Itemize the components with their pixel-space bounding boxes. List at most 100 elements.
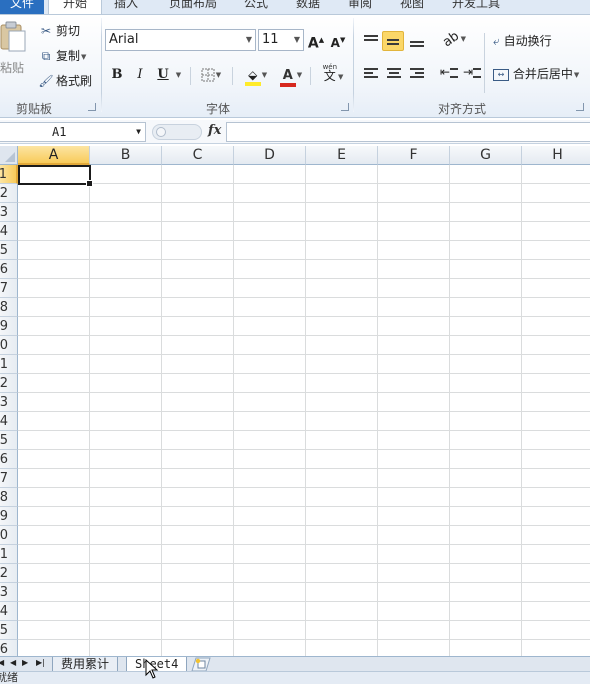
active-cell-a1[interactable] — [18, 165, 93, 187]
outdent-icon: ⇤ — [440, 65, 451, 79]
column-header[interactable]: C — [162, 146, 234, 165]
paste-icon[interactable] — [0, 21, 26, 53]
row-header[interactable]: 23 — [0, 583, 18, 602]
row-header[interactable]: 13 — [0, 393, 18, 412]
chevron-down-icon[interactable]: ▼ — [136, 123, 141, 141]
row-header[interactable]: 10 — [0, 336, 18, 355]
ribbon: 粘贴 ✂ 剪切 ⧉ 复制▼ 🖌 格式刷 剪贴板 Arial ▼ 11 ▼ A▲ A▼ … — [0, 15, 590, 118]
row-header[interactable]: 2 — [0, 184, 18, 203]
align-top-button[interactable] — [360, 31, 382, 51]
font-color-button[interactable]: A ▼ — [276, 65, 306, 87]
tab-formulas[interactable]: 公式 — [236, 0, 276, 14]
shrink-font-button[interactable]: A▼ — [329, 30, 347, 50]
row-header[interactable]: 24 — [0, 602, 18, 621]
dialog-launcher-icon[interactable] — [88, 103, 96, 111]
row-header[interactable]: 6 — [0, 260, 18, 279]
chevron-down-icon[interactable]: ▼ — [246, 30, 252, 50]
tab-home[interactable]: 开始 — [48, 0, 102, 14]
column-header[interactable]: A — [18, 146, 90, 165]
formula-input[interactable] — [226, 122, 590, 142]
copy-icon: ⧉ — [41, 49, 51, 63]
formula-bar-splitter[interactable] — [152, 124, 202, 140]
insert-sheet-icon[interactable] — [190, 657, 212, 671]
row-header[interactable]: 15 — [0, 431, 18, 450]
borders-button[interactable]: ▼ — [198, 65, 224, 85]
column-header[interactable]: E — [306, 146, 378, 165]
chevron-down-icon[interactable]: ▼ — [81, 53, 86, 61]
name-box-value: A1 — [52, 125, 67, 139]
tab-file[interactable]: 文件 — [0, 0, 44, 14]
grow-font-button[interactable]: A▲ — [307, 30, 325, 52]
chevron-down-icon[interactable]: ▼ — [173, 65, 183, 85]
row-header[interactable]: 1 — [0, 165, 18, 184]
align-left-button[interactable] — [360, 64, 382, 84]
paste-button[interactable]: 粘贴 — [0, 59, 24, 76]
next-sheet-icon[interactable]: ▶ — [22, 658, 28, 667]
insert-function-button[interactable]: fx — [208, 123, 221, 138]
tab-page-layout[interactable]: 页面布局 — [160, 0, 226, 14]
row-header[interactable]: 25 — [0, 621, 18, 640]
formula-bar: A1 ▼ fx — [0, 120, 590, 144]
last-sheet-icon[interactable]: ▶| — [36, 658, 45, 667]
row-header[interactable]: 5 — [0, 241, 18, 260]
row-header[interactable]: 20 — [0, 526, 18, 545]
align-center-button[interactable] — [383, 64, 405, 84]
cell-area[interactable] — [18, 165, 590, 656]
splitter-handle-icon — [156, 127, 166, 137]
row-header[interactable]: 9 — [0, 317, 18, 336]
row-header[interactable]: 14 — [0, 412, 18, 431]
align-middle-button[interactable] — [382, 31, 404, 51]
row-header[interactable]: 17 — [0, 469, 18, 488]
name-box[interactable]: A1 ▼ — [0, 122, 146, 142]
phonetic-guide-button[interactable]: wén 文 ▼ — [316, 63, 350, 83]
row-header[interactable]: 3 — [0, 203, 18, 222]
tab-insert[interactable]: 插入 — [106, 0, 146, 14]
dialog-launcher-icon[interactable] — [576, 103, 584, 111]
fill-color-button[interactable]: ⬙ ▼ — [240, 65, 272, 86]
increase-indent-button[interactable]: ⇥ — [461, 64, 483, 84]
row-header[interactable]: 26 — [0, 640, 18, 656]
underline-button[interactable]: U — [154, 65, 172, 85]
orientation-button[interactable]: ab ▼ — [440, 29, 466, 51]
sheet-tab-1[interactable]: 费用累计 — [52, 657, 119, 671]
wrap-text-button[interactable]: ⤶ 自动换行 — [493, 31, 552, 51]
tab-developer[interactable]: 开发工具 — [446, 0, 506, 14]
font-name-combo[interactable]: Arial ▼ — [105, 29, 256, 51]
column-header[interactable]: G — [450, 146, 522, 165]
chevron-down-icon[interactable]: ▼ — [294, 30, 300, 50]
italic-button[interactable]: I — [131, 65, 149, 85]
align-right-button[interactable] — [406, 64, 428, 84]
dialog-launcher-icon[interactable] — [341, 103, 349, 111]
row-header[interactable]: 7 — [0, 279, 18, 298]
column-header[interactable]: H — [522, 146, 590, 165]
column-header[interactable]: F — [378, 146, 450, 165]
row-header[interactable]: 22 — [0, 564, 18, 583]
tab-review[interactable]: 审阅 — [340, 0, 380, 14]
font-size-combo[interactable]: 11 ▼ — [258, 29, 304, 51]
tab-data[interactable]: 数据 — [288, 0, 328, 14]
column-header[interactable]: B — [90, 146, 162, 165]
format-painter-button[interactable]: 🖌 格式刷 — [38, 71, 92, 91]
first-sheet-icon[interactable]: ◀ — [0, 658, 4, 667]
row-header[interactable]: 16 — [0, 450, 18, 469]
merge-center-button[interactable]: ↔ 合并后居中▼ — [493, 64, 579, 84]
worksheet-grid: A B C D E F G H 1 2 3 4 5 6 7 8 9 10 11 … — [0, 146, 590, 656]
tab-view[interactable]: 视图 — [392, 0, 432, 14]
copy-button[interactable]: ⧉ 复制▼ — [38, 46, 87, 66]
row-header[interactable]: 4 — [0, 222, 18, 241]
select-all-button[interactable] — [0, 146, 18, 165]
prev-sheet-icon[interactable]: ◀ — [10, 658, 16, 667]
row-header[interactable]: 18 — [0, 488, 18, 507]
row-header[interactable]: 21 — [0, 545, 18, 564]
align-bottom-button[interactable] — [406, 31, 428, 51]
bold-button[interactable]: B — [108, 65, 126, 85]
decrease-indent-button[interactable]: ⇤ — [438, 64, 460, 84]
row-header[interactable]: 8 — [0, 298, 18, 317]
chevron-down-icon[interactable]: ▼ — [574, 71, 579, 79]
column-header[interactable]: D — [234, 146, 306, 165]
scissors-icon: ✂ — [40, 24, 52, 38]
row-header[interactable]: 19 — [0, 507, 18, 526]
row-header[interactable]: 12 — [0, 374, 18, 393]
cut-button[interactable]: ✂ 剪切 — [38, 21, 80, 41]
row-header[interactable]: 11 — [0, 355, 18, 374]
